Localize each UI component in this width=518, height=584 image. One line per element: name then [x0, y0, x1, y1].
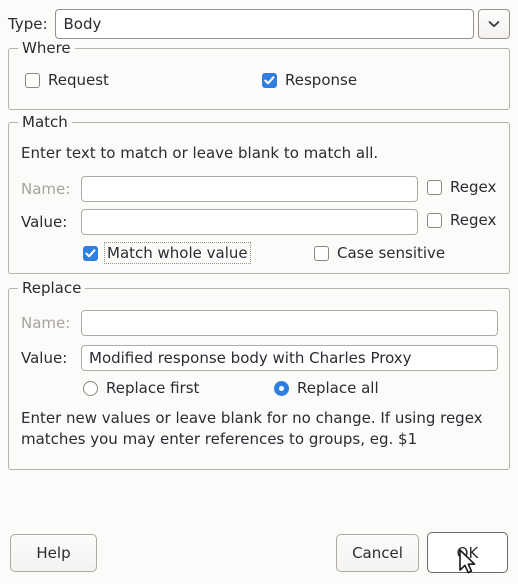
checkbox-case-sensitive[interactable]: Case sensitive: [314, 244, 445, 262]
replace-name-input[interactable]: [81, 310, 498, 336]
help-button[interactable]: Help: [10, 534, 97, 572]
type-row: Type: Body: [8, 8, 510, 40]
replace-first-radio-circle[interactable]: [83, 380, 98, 396]
match-value-input[interactable]: [81, 209, 418, 235]
match-whole-value-label: Match whole value: [104, 242, 251, 264]
case-sensitive-checkbox-box[interactable]: [314, 245, 329, 261]
response-checkbox-label: Response: [285, 71, 358, 89]
match-name-label: Name:: [21, 180, 71, 198]
radio-replace-first[interactable]: Replace first: [83, 379, 199, 397]
request-checkbox-box[interactable]: [25, 72, 40, 88]
help-button-label: Help: [36, 544, 71, 562]
request-checkbox-label: Request: [48, 71, 109, 89]
checkbox-match-whole-value[interactable]: Match whole value: [83, 242, 251, 264]
type-combobox-value[interactable]: Body: [54, 9, 474, 39]
match-value-regex-checkbox-box[interactable]: [427, 212, 442, 228]
checkbox-match-name-regex[interactable]: Regex: [427, 178, 496, 196]
checkbox-match-value-regex[interactable]: Regex: [427, 211, 496, 229]
type-label: Type:: [8, 15, 48, 33]
replace-all-label: Replace all: [297, 379, 379, 397]
checkbox-request[interactable]: Request: [25, 71, 109, 89]
replace-value-input[interactable]: Modified response body with Charles Prox…: [81, 345, 498, 371]
replace-value-label: Value:: [21, 349, 68, 367]
match-name-regex-label: Regex: [450, 178, 497, 196]
check-icon: [85, 248, 96, 257]
ok-button-label: OK: [456, 543, 479, 562]
cancel-button-label: Cancel: [352, 544, 403, 562]
replace-hint-line-1: Enter new values or leave blank for no c…: [21, 409, 483, 427]
where-group-legend: Where: [18, 39, 75, 57]
match-whole-value-checkbox-box[interactable]: [83, 245, 98, 261]
ok-button[interactable]: OK: [427, 532, 508, 573]
type-combobox-text: Body: [63, 15, 102, 33]
match-hint-text: Enter text to match or leave blank to ma…: [21, 144, 379, 162]
replace-group-legend: Replace: [18, 279, 86, 297]
chevron-down-icon: [488, 20, 500, 28]
match-name-regex-checkbox-box[interactable]: [427, 179, 442, 195]
match-value-regex-label: Regex: [450, 211, 497, 229]
match-group-legend: Match: [18, 113, 72, 131]
check-icon: [264, 75, 275, 84]
replace-hint-text: Enter new values or leave blank for no c…: [21, 408, 483, 450]
replace-value-input-value: Modified response body with Charles Prox…: [89, 349, 412, 367]
replace-name-label: Name:: [21, 314, 71, 332]
replace-all-radio-circle[interactable]: [274, 380, 289, 396]
checkbox-response[interactable]: Response: [262, 71, 357, 89]
radio-replace-all[interactable]: Replace all: [274, 379, 379, 397]
replace-group: Replace Name: Value: Modified response b…: [8, 279, 510, 470]
type-combobox-dropdown-button[interactable]: [478, 9, 510, 39]
match-group: Match Enter text to match or leave blank…: [8, 113, 510, 274]
match-value-label: Value:: [21, 213, 68, 231]
replace-first-label: Replace first: [106, 379, 200, 397]
cancel-button[interactable]: Cancel: [336, 534, 419, 572]
where-group: Where Request Response: [8, 39, 510, 110]
match-name-input[interactable]: [81, 176, 418, 202]
case-sensitive-label: Case sensitive: [337, 244, 446, 262]
replace-hint-line-2: matches you may enter references to grou…: [21, 430, 418, 448]
response-checkbox-box[interactable]: [262, 72, 277, 88]
